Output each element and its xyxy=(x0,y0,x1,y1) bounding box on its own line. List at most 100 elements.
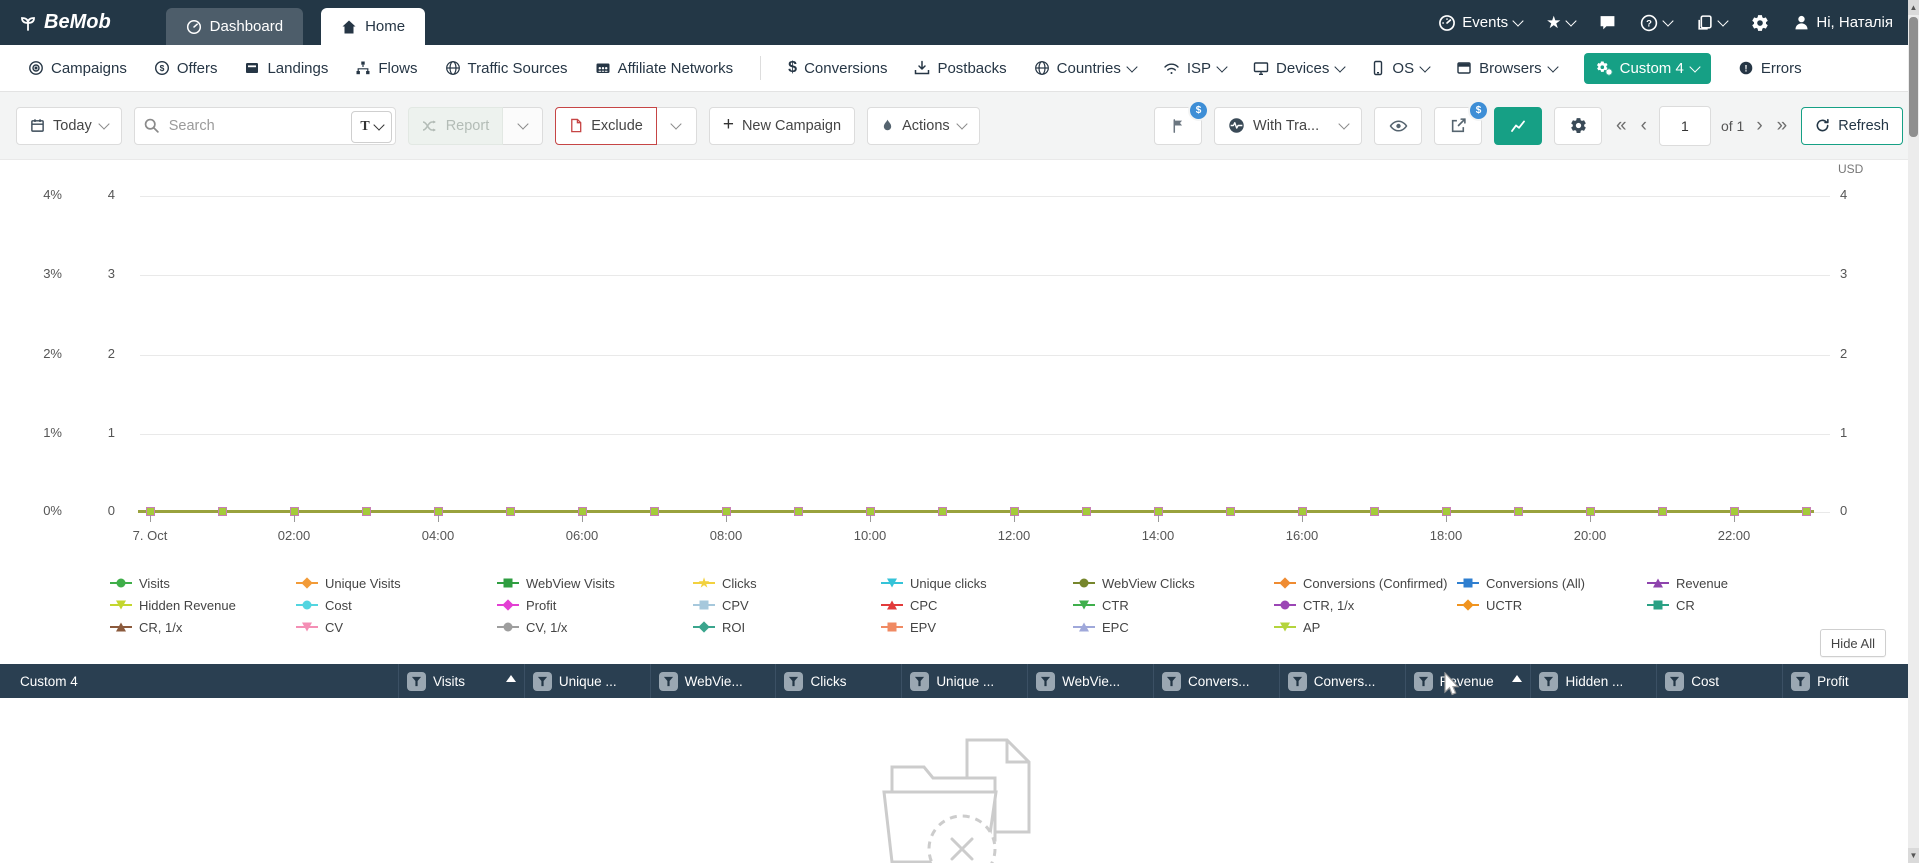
column-header-convers[interactable]: Convers... xyxy=(1152,664,1279,698)
visibility-button[interactable] xyxy=(1374,106,1423,145)
legend-item[interactable]: EPV xyxy=(881,618,1073,636)
filter-funnel-icon[interactable] xyxy=(407,671,426,691)
feedback-button[interactable] xyxy=(1599,14,1616,31)
user-menu[interactable]: Hi, Наталія xyxy=(1793,14,1893,31)
legend-item[interactable]: ROI xyxy=(693,618,881,636)
nav-countries[interactable]: Countries xyxy=(1034,60,1138,77)
legend-item[interactable]: AP xyxy=(1274,618,1457,636)
column-header-hidden[interactable]: Hidden ... xyxy=(1530,664,1656,698)
legend-item[interactable]: WebView Clicks xyxy=(1073,574,1274,592)
filter-funnel-icon[interactable] xyxy=(1161,671,1181,691)
scroll-up-button[interactable]: ▲ xyxy=(1908,0,1919,15)
filter-funnel-icon[interactable] xyxy=(1665,671,1685,691)
column-header-webvie[interactable]: WebVie... xyxy=(1027,664,1153,698)
nav-browsers[interactable]: Browsers xyxy=(1456,60,1559,77)
filter-funnel-icon[interactable] xyxy=(1036,671,1056,691)
column-header-cost[interactable]: Cost xyxy=(1656,664,1782,698)
legend-item[interactable]: Unique Visits xyxy=(296,574,497,592)
legend-item[interactable]: CV xyxy=(296,618,497,636)
legend-item[interactable]: CR xyxy=(1647,596,1728,614)
tab-home[interactable]: Home xyxy=(321,8,426,45)
legend-item[interactable]: CTR xyxy=(1073,596,1274,614)
legend-item[interactable]: UCTR xyxy=(1457,596,1647,614)
legend-item[interactable]: Conversions (Confirmed) xyxy=(1274,574,1457,592)
export-button[interactable]: $ xyxy=(1434,99,1490,145)
first-page-button[interactable]: « xyxy=(1614,116,1629,135)
legend-item[interactable]: Visits xyxy=(110,574,296,592)
search-type-dropdown[interactable]: T xyxy=(351,110,392,143)
legend-item[interactable]: ★ Clicks xyxy=(693,574,881,592)
column-header-webvie[interactable]: WebVie... xyxy=(649,664,776,698)
nav-conversions[interactable]: $ Conversions xyxy=(788,59,887,77)
column-header-revenue[interactable]: Revenue xyxy=(1404,664,1531,698)
column-header-clicks[interactable]: Clicks xyxy=(775,664,901,698)
nav-flows[interactable]: Flows xyxy=(355,60,418,77)
settings-button[interactable] xyxy=(1751,14,1769,32)
chart-toggle-button[interactable] xyxy=(1494,106,1543,145)
nav-landings[interactable]: Landings xyxy=(244,60,328,77)
filter-funnel-icon[interactable] xyxy=(1791,671,1811,691)
new-campaign-button[interactable]: + New Campaign xyxy=(708,106,856,145)
filter-funnel-icon[interactable] xyxy=(532,671,552,691)
nav-offers[interactable]: $ Offers xyxy=(154,60,217,77)
nav-custom-4[interactable]: Custom 4 xyxy=(1583,52,1711,84)
legend-item[interactable]: CPC xyxy=(881,596,1073,614)
group-column-header[interactable]: Custom 4 xyxy=(0,664,398,698)
legend-item[interactable]: Profit xyxy=(497,596,693,614)
nav-traffic-sources[interactable]: Traffic Sources xyxy=(445,60,568,77)
exclude-button[interactable]: Exclude xyxy=(555,106,657,145)
legend-item[interactable]: Hidden Revenue xyxy=(110,596,296,614)
nav-postbacks[interactable]: Postbacks xyxy=(914,60,1007,77)
last-page-button[interactable]: » xyxy=(1775,116,1790,135)
scrollbar-thumb[interactable] xyxy=(1909,17,1918,137)
refresh-button[interactable]: Refresh xyxy=(1801,106,1903,145)
flag-filter-button[interactable]: $ xyxy=(1154,99,1210,145)
nav-affiliate-networks[interactable]: Affiliate Networks xyxy=(595,60,733,77)
prev-page-button[interactable]: ‹ xyxy=(1639,116,1649,135)
column-header-visits[interactable]: Visits xyxy=(398,664,524,698)
nav-os[interactable]: OS xyxy=(1371,60,1431,77)
column-header-unique[interactable]: Unique ... xyxy=(901,664,1027,698)
legend-item[interactable]: Unique clicks xyxy=(881,574,1073,592)
legend-item[interactable]: WebView Visits xyxy=(497,574,693,592)
scroll-down-button[interactable]: ▼ xyxy=(1908,848,1919,863)
legend-item[interactable]: CR, 1/x xyxy=(110,618,296,636)
exclude-dropdown[interactable] xyxy=(656,106,697,145)
page-number-input[interactable] xyxy=(1658,105,1711,146)
tab-dashboard[interactable]: Dashboard xyxy=(165,8,304,45)
report-button[interactable]: Report xyxy=(407,106,504,145)
filter-funnel-icon[interactable] xyxy=(658,671,678,691)
nav-errors[interactable]: ! Errors xyxy=(1738,60,1802,77)
workspaces-menu[interactable] xyxy=(1696,14,1730,31)
columns-settings-button[interactable] xyxy=(1554,106,1603,145)
legend-item[interactable]: Revenue xyxy=(1647,574,1728,592)
filter-funnel-icon[interactable] xyxy=(1413,671,1433,691)
filter-funnel-icon[interactable] xyxy=(784,671,804,691)
nav-devices[interactable]: Devices xyxy=(1253,60,1347,77)
column-header-unique[interactable]: Unique ... xyxy=(523,664,650,698)
legend-item[interactable]: CV, 1/x xyxy=(497,618,693,636)
events-menu[interactable]: Events xyxy=(1438,14,1524,32)
bemob-logo[interactable]: BeMob xyxy=(18,11,111,34)
legend-item[interactable]: EPC xyxy=(1073,618,1274,636)
nav-campaigns[interactable]: Campaigns xyxy=(28,60,127,77)
legend-item[interactable]: Cost xyxy=(296,596,497,614)
filter-funnel-icon[interactable] xyxy=(1539,671,1559,691)
filter-funnel-icon[interactable] xyxy=(1287,671,1307,691)
report-dropdown[interactable] xyxy=(503,106,544,145)
traffic-filter-dropdown[interactable]: With Tra... xyxy=(1214,106,1363,145)
actions-button[interactable]: Actions xyxy=(867,106,980,145)
legend-item[interactable]: CTR, 1/x xyxy=(1274,596,1457,614)
help-menu[interactable]: ? xyxy=(1640,14,1675,32)
filter-funnel-icon[interactable] xyxy=(910,671,930,691)
legend-item[interactable]: CPV xyxy=(693,596,881,614)
hide-all-button[interactable]: Hide All xyxy=(1819,629,1886,657)
next-page-button[interactable]: › xyxy=(1754,116,1764,135)
column-header-convers[interactable]: Convers... xyxy=(1278,664,1405,698)
legend-label: Revenue xyxy=(1676,575,1729,591)
favorites-menu[interactable]: ★ xyxy=(1546,14,1578,31)
nav-isp[interactable]: ISP xyxy=(1163,60,1228,77)
legend-item[interactable]: Conversions (All) xyxy=(1457,574,1647,592)
date-range-button[interactable]: Today xyxy=(16,106,122,145)
column-header-profit[interactable]: Profit xyxy=(1782,664,1908,698)
